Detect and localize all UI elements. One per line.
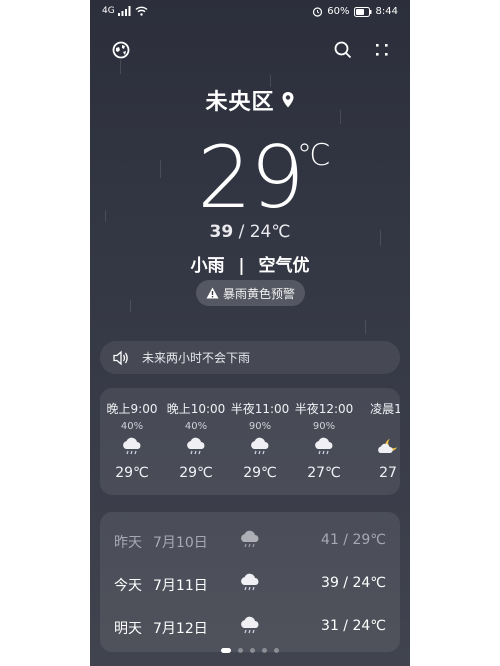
high-temp: 39 xyxy=(209,222,234,242)
warning-icon xyxy=(206,287,219,299)
hourly-time: 晚上9:00 xyxy=(106,402,158,416)
daily-row[interactable]: 明天 7月12日 31 / 24℃ xyxy=(100,614,400,642)
city-manage-button[interactable] xyxy=(109,38,133,62)
hourly-time: 半夜12:00 xyxy=(294,402,354,416)
day-name: 今天 xyxy=(114,578,142,594)
globe-icon xyxy=(112,41,130,59)
location-pin-icon xyxy=(282,92,293,108)
hourly-temp: 29℃ xyxy=(243,465,277,481)
weather-alert-badge[interactable]: 暴雨黄色预警 xyxy=(196,280,306,306)
rain-cloud-icon xyxy=(241,573,259,591)
day-temp-range: 31 / 24℃ xyxy=(321,618,386,634)
hourly-temp: 29℃ xyxy=(179,465,213,481)
page-dot[interactable] xyxy=(262,648,267,653)
battery-icon xyxy=(353,6,372,17)
hourly-precip: 40% xyxy=(120,421,144,432)
rain-forecast-bar[interactable]: 未来两小时不会下雨 xyxy=(100,341,400,374)
rain-notice-text: 未来两小时不会下雨 xyxy=(142,351,251,365)
rain-cloud-icon xyxy=(241,530,259,548)
page-dot[interactable] xyxy=(274,648,279,653)
hourly-precip: 90% xyxy=(312,421,336,432)
temperature-range: 39 / 24℃ xyxy=(90,222,410,242)
air-quality: 空气优 xyxy=(258,256,310,276)
condition-line: 小雨 | 空气优 xyxy=(90,251,410,276)
day-name: 昨天 xyxy=(114,535,142,551)
location-title[interactable]: 未央区 xyxy=(90,84,410,116)
hourly-precip: 40% xyxy=(184,421,208,432)
page-indicator[interactable] xyxy=(90,648,410,653)
rain-cloud-icon xyxy=(123,437,141,455)
clock-time: 8:44 xyxy=(375,6,398,17)
hourly-item: 半夜12:00 90% 27℃ xyxy=(292,388,356,481)
hourly-temp: 27℃ xyxy=(307,465,341,481)
rain-cloud-icon xyxy=(187,437,205,455)
hourly-temp: 27 xyxy=(379,465,397,481)
hourly-time: 晚上10:00 xyxy=(166,402,226,416)
day-temp-range: 39 / 24℃ xyxy=(321,575,386,591)
status-bar: 4G 60% 8:44 xyxy=(90,4,410,22)
condition-separator: | xyxy=(238,256,245,276)
hourly-temp: 29℃ xyxy=(115,465,149,481)
hourly-precip: 90% xyxy=(248,421,272,432)
hourly-forecast[interactable]: 晚上9:00 40% 29℃ 晚上10:00 40% 29℃ 半夜11:00 9… xyxy=(100,388,400,495)
current-temperature: 29 ℃ xyxy=(90,128,410,228)
weather-screen: 4G 60% 8:44 未央区 29 ℃ 39 / 24℃ 小雨 | 空气优 暴… xyxy=(90,0,410,666)
range-separator: / xyxy=(238,222,250,242)
temperature-value: 29 xyxy=(197,128,304,228)
page-dot[interactable] xyxy=(238,648,243,653)
daily-row[interactable]: 今天 7月11日 39 / 24℃ xyxy=(100,571,400,599)
hourly-item: 晚上10:00 40% 29℃ xyxy=(164,388,228,481)
day-temp-range: 41 / 29℃ xyxy=(321,532,386,548)
day-date: 7月11日 xyxy=(153,578,208,594)
alert-text: 暴雨黄色预警 xyxy=(223,286,296,301)
moon-cloud-icon xyxy=(378,439,397,453)
page-dot[interactable] xyxy=(250,648,255,653)
hourly-time: 半夜11:00 xyxy=(230,402,290,416)
day-date: 7月10日 xyxy=(153,535,208,551)
hourly-item: 晚上9:00 40% 29℃ xyxy=(100,388,164,481)
hourly-precip xyxy=(356,421,400,432)
wifi-icon xyxy=(135,6,148,16)
daily-row[interactable]: 昨天 7月10日 41 / 29℃ xyxy=(100,528,400,556)
more-icon xyxy=(376,44,388,56)
day-name: 明天 xyxy=(114,621,142,637)
top-bar xyxy=(90,38,410,64)
search-button[interactable] xyxy=(331,38,355,62)
city-name: 未央区 xyxy=(205,90,275,115)
day-date: 7月12日 xyxy=(153,621,208,637)
alarm-icon xyxy=(313,7,323,17)
more-button[interactable] xyxy=(370,38,394,62)
daily-forecast[interactable]: 昨天 7月10日 41 / 29℃ 今天 7月11日 39 / 24℃ 明天 7… xyxy=(100,512,400,652)
battery-percent: 60% xyxy=(327,6,350,17)
hourly-time: 凌晨1: xyxy=(370,402,400,416)
search-icon xyxy=(334,41,352,59)
page-dot[interactable] xyxy=(221,648,231,653)
signal-icon xyxy=(117,6,131,16)
rain-cloud-icon xyxy=(315,437,333,455)
speaker-icon xyxy=(113,350,128,365)
hourly-item: 半夜11:00 90% 29℃ xyxy=(228,388,292,481)
network-type: 4G xyxy=(102,6,115,16)
rain-cloud-icon xyxy=(251,437,269,455)
hourly-item: 凌晨1: 27 xyxy=(356,388,400,481)
temperature-unit: ℃ xyxy=(297,138,331,173)
low-temp: 24℃ xyxy=(249,222,291,242)
rain-cloud-icon xyxy=(241,616,259,634)
weather-condition: 小雨 xyxy=(190,256,225,276)
